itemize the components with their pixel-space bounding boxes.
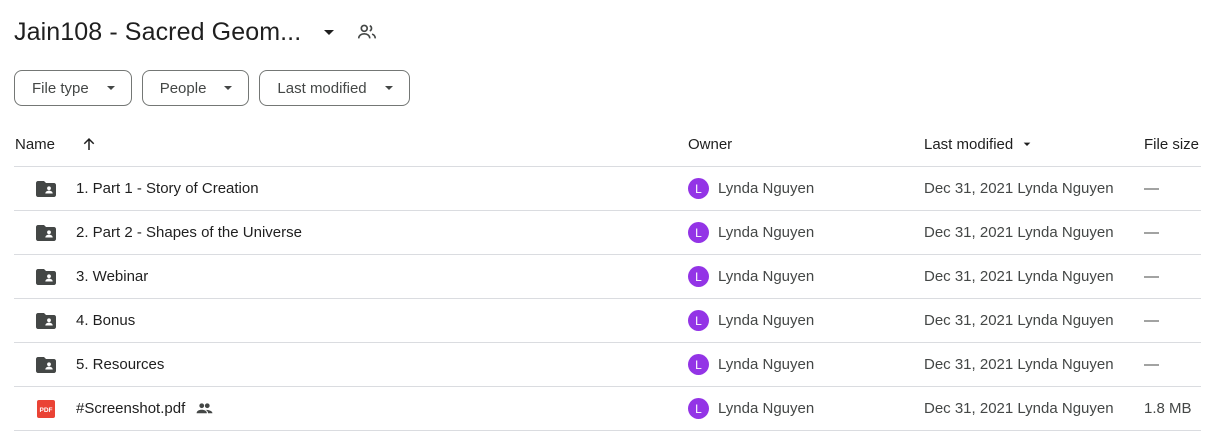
file-name[interactable]: 5. Resources <box>76 343 164 386</box>
avatar: L <box>688 310 709 331</box>
owner-cell: L Lynda Nguyen <box>688 167 814 210</box>
arrow-drop-down-icon <box>222 82 234 94</box>
file-name: #Screenshot.pdf <box>76 400 186 417</box>
folder-shared-icon <box>34 167 58 210</box>
folder-shared-icon <box>34 255 58 298</box>
people-icon <box>195 399 214 418</box>
table-row[interactable]: 3. Webinar L Lynda Nguyen Dec 31, 2021 L… <box>14 255 1201 299</box>
arrow-drop-down-icon <box>383 82 395 94</box>
avatar: L <box>688 398 709 419</box>
table-row[interactable]: 4. Bonus L Lynda Nguyen Dec 31, 2021 Lyn… <box>14 299 1201 343</box>
file-size-cell: — <box>1144 180 1159 197</box>
filter-last-modified[interactable]: Last modified <box>259 70 410 106</box>
modified-cell: Dec 31, 2021 Lynda Nguyen <box>924 400 1114 417</box>
avatar: L <box>688 178 709 199</box>
modified-cell: Dec 31, 2021 Lynda Nguyen <box>924 224 1114 241</box>
svg-text:PDF: PDF <box>40 407 53 414</box>
owner-cell: L Lynda Nguyen <box>688 343 814 386</box>
owner-name: Lynda Nguyen <box>718 400 815 417</box>
filter-label: File type <box>32 79 89 97</box>
file-size-cell: 1.8 MB <box>1144 400 1192 417</box>
folder-shared-icon <box>34 343 58 386</box>
modified-cell: Dec 31, 2021 Lynda Nguyen <box>924 356 1114 373</box>
pdf-file-icon: PDF <box>34 387 58 430</box>
modified-cell: Dec 31, 2021 Lynda Nguyen <box>924 312 1114 329</box>
file-size-cell: — <box>1144 224 1159 241</box>
column-owner[interactable]: Owner <box>688 122 732 166</box>
table-row[interactable]: 1. Part 1 - Story of Creation L Lynda Ng… <box>14 167 1201 211</box>
owner-name: Lynda Nguyen <box>718 356 815 373</box>
file-size-cell: — <box>1144 268 1159 285</box>
filter-people[interactable]: People <box>141 70 250 106</box>
owner-name: Lynda Nguyen <box>718 312 815 329</box>
folder-title[interactable]: Jain108 - Sacred Geom... <box>14 18 301 47</box>
arrow-drop-down-icon <box>105 82 117 94</box>
filter-bar: File type People Last modified <box>14 70 410 106</box>
table-row[interactable]: 2. Part 2 - Shapes of the Universe L Lyn… <box>14 211 1201 255</box>
table-header: Name Owner Last modified File size <box>14 122 1201 167</box>
modified-cell: Dec 31, 2021 Lynda Nguyen <box>924 268 1114 285</box>
column-name[interactable]: Name <box>15 122 55 166</box>
column-last-modified-label: Last modified <box>924 135 1014 153</box>
file-name[interactable]: 4. Bonus <box>76 299 135 342</box>
owner-cell: L Lynda Nguyen <box>688 299 814 342</box>
avatar: L <box>688 266 709 287</box>
owner-cell: L Lynda Nguyen <box>688 387 814 430</box>
column-file-size[interactable]: File size <box>1144 122 1199 166</box>
file-name[interactable]: 2. Part 2 - Shapes of the Universe <box>76 211 302 254</box>
owner-cell: L Lynda Nguyen <box>688 211 814 254</box>
arrow-up-icon[interactable] <box>80 122 100 166</box>
column-last-modified[interactable]: Last modified <box>924 122 1035 166</box>
modified-cell: Dec 31, 2021 Lynda Nguyen <box>924 180 1114 197</box>
file-list: 1. Part 1 - Story of Creation L Lynda Ng… <box>14 167 1201 431</box>
filter-label: People <box>159 79 207 97</box>
owner-name: Lynda Nguyen <box>718 268 815 285</box>
arrow-drop-down-icon <box>1019 136 1035 152</box>
owner-name: Lynda Nguyen <box>718 224 815 241</box>
owner-name: Lynda Nguyen <box>718 180 815 197</box>
file-name[interactable]: 1. Part 1 - Story of Creation <box>76 167 259 210</box>
file-name[interactable]: 3. Webinar <box>76 255 148 298</box>
folder-header: Jain108 - Sacred Geom... <box>14 12 379 52</box>
table-row[interactable]: 5. Resources L Lynda Nguyen Dec 31, 2021… <box>14 343 1201 387</box>
folder-shared-icon <box>34 299 58 342</box>
table-row[interactable]: PDF #Screenshot.pdf L Lynda Nguyen Dec 3… <box>14 387 1201 431</box>
file-size-cell: — <box>1144 312 1159 329</box>
filter-file-type[interactable]: File type <box>14 70 132 106</box>
file-name-cell[interactable]: #Screenshot.pdf <box>76 387 214 430</box>
avatar: L <box>688 354 709 375</box>
people-outline-icon[interactable] <box>355 20 379 44</box>
filter-label: Last modified <box>277 79 367 97</box>
file-size-cell: — <box>1144 356 1159 373</box>
avatar: L <box>688 222 709 243</box>
arrow-drop-down-icon[interactable] <box>317 20 341 44</box>
folder-shared-icon <box>34 211 58 254</box>
owner-cell: L Lynda Nguyen <box>688 255 814 298</box>
